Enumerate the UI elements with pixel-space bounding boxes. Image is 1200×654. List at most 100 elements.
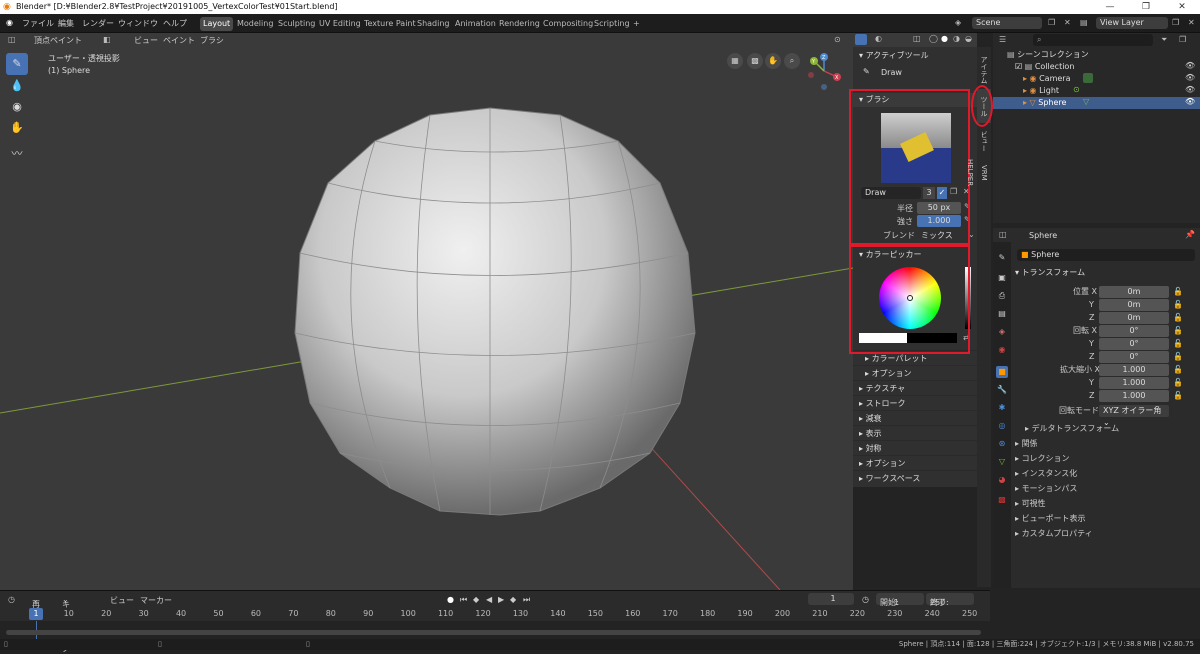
- tab-layout[interactable]: Layout: [200, 17, 234, 31]
- outliner-collection[interactable]: ☑ ▤ Collection: [993, 61, 1200, 73]
- blender-menu-icon[interactable]: ◉: [6, 18, 13, 27]
- xray-icon[interactable]: ◫: [913, 34, 921, 43]
- mask-toggle-icon[interactable]: ◧: [103, 35, 111, 44]
- menu-keying[interactable]: キーイング ⌄: [62, 595, 70, 653]
- modifier-properties-icon[interactable]: 🔧: [996, 384, 1008, 396]
- lock-location-y-icon[interactable]: 🔓: [1173, 300, 1183, 310]
- tool-properties-icon[interactable]: ✎: [996, 252, 1008, 264]
- material-properties-icon[interactable]: ◕: [996, 474, 1008, 486]
- camera-view-icon[interactable]: ▦: [727, 53, 743, 69]
- section-instancing[interactable]: ▸ インスタンス化: [1015, 468, 1077, 480]
- object-properties-icon[interactable]: ■: [996, 366, 1008, 378]
- outliner-search-input[interactable]: ⌕: [1033, 34, 1153, 46]
- sphere-visibility-eye-icon[interactable]: 👁: [1185, 97, 1195, 106]
- rendered-shading-icon[interactable]: ◒: [965, 34, 972, 43]
- average-tool-button[interactable]: ◉: [6, 96, 28, 118]
- menu-timeline-view[interactable]: ビュー: [110, 595, 134, 606]
- start-frame-field[interactable]: 開始: 1: [876, 593, 924, 607]
- data-properties-icon[interactable]: ▽: [996, 456, 1008, 468]
- draw-tool-button[interactable]: ✎: [6, 53, 28, 75]
- view-layer-selector[interactable]: View Layer: [1096, 17, 1168, 29]
- lock-rotation-z-icon[interactable]: 🔓: [1173, 352, 1183, 362]
- timeline-editor-icon[interactable]: ◷: [8, 595, 15, 604]
- play-reverse-icon[interactable]: ◀: [486, 595, 492, 604]
- remove-scene-icon[interactable]: ✕: [1064, 18, 1071, 27]
- lock-rotation-x-icon[interactable]: 🔓: [1173, 326, 1183, 336]
- object-name-field[interactable]: ■ Sphere: [1017, 249, 1195, 261]
- rotation-x-field[interactable]: 0°: [1099, 325, 1169, 337]
- solid-shading-icon[interactable]: ●: [941, 34, 948, 43]
- timeline-scrollbar[interactable]: [6, 630, 981, 635]
- camera-data-icon[interactable]: [1083, 73, 1093, 83]
- annotate-tool-button[interactable]: 〰: [6, 143, 28, 165]
- scale-x-field[interactable]: 1.000: [1099, 364, 1169, 376]
- scene-selector[interactable]: Scene: [972, 17, 1042, 29]
- visibility-eye-icon[interactable]: 👁: [1185, 61, 1195, 70]
- tab-rendering[interactable]: Rendering: [496, 17, 543, 31]
- menu-render[interactable]: レンダー: [82, 18, 114, 29]
- menu-window[interactable]: ウィンドウ: [118, 18, 158, 29]
- camera-visibility-eye-icon[interactable]: 👁: [1185, 73, 1195, 82]
- tab-sculpting[interactable]: Sculpting: [275, 17, 318, 31]
- tab-shading[interactable]: Shading: [414, 17, 453, 31]
- light-visibility-eye-icon[interactable]: 👁: [1185, 85, 1195, 94]
- menu-edit[interactable]: 編集: [58, 18, 74, 29]
- copy-scene-icon[interactable]: ❐: [1048, 18, 1055, 27]
- menu-paint[interactable]: ペイント: [163, 35, 195, 46]
- physics-properties-icon[interactable]: ◎: [996, 420, 1008, 432]
- smear-tool-button[interactable]: ✋: [6, 117, 28, 139]
- maximize-button[interactable]: ❐: [1128, 0, 1164, 14]
- light-data-icon[interactable]: ⊙: [1073, 85, 1080, 94]
- lock-location-z-icon[interactable]: 🔓: [1173, 313, 1183, 323]
- location-y-field[interactable]: 0m: [1099, 299, 1169, 311]
- outliner-scene-collection[interactable]: ▤ シーンコレクション: [993, 49, 1200, 61]
- grid-icon[interactable]: ▩: [747, 53, 763, 69]
- section-custom-properties[interactable]: ▸ カスタムプロパティ: [1015, 528, 1093, 540]
- menu-brush[interactable]: ブラシ: [200, 35, 224, 46]
- pin-icon[interactable]: 📌: [1185, 230, 1195, 239]
- pan-hand-icon[interactable]: ✋: [765, 53, 781, 69]
- lock-scale-y-icon[interactable]: 🔓: [1173, 378, 1183, 388]
- end-frame-field[interactable]: 終了: 250: [926, 593, 974, 607]
- prev-keyframe-icon[interactable]: ◆: [473, 595, 479, 604]
- editor-type-icon[interactable]: ◫: [8, 35, 16, 44]
- menu-file[interactable]: ファイル: [22, 18, 54, 29]
- wireframe-shading-icon[interactable]: ◯: [929, 34, 938, 43]
- rotation-y-field[interactable]: 0°: [1099, 338, 1169, 350]
- minimize-button[interactable]: —: [1092, 0, 1128, 14]
- outliner-camera[interactable]: ▸ ◉ Camera: [993, 73, 1200, 85]
- section-stroke[interactable]: ▸ ストローク: [853, 395, 977, 410]
- rotation-mode-dropdown[interactable]: XYZ オイラー角 ⌄: [1099, 405, 1169, 427]
- section-visibility[interactable]: ▸ 可視性: [1015, 498, 1046, 510]
- section-symmetry[interactable]: ▸ 対称: [853, 440, 977, 455]
- scale-y-field[interactable]: 1.000: [1099, 377, 1169, 389]
- menu-view[interactable]: ビュー: [134, 35, 158, 46]
- texture-properties-icon[interactable]: ▩: [996, 494, 1008, 506]
- section-options[interactable]: ▸ オプション: [853, 455, 977, 470]
- section-viewport-display[interactable]: ▸ ビューポート表示: [1015, 513, 1086, 525]
- section-relations[interactable]: ▸ 関係: [1015, 438, 1038, 450]
- section-motion-paths[interactable]: ▸ モーションパス: [1015, 483, 1077, 495]
- lock-rotation-y-icon[interactable]: 🔓: [1173, 339, 1183, 349]
- rotation-z-field[interactable]: 0°: [1099, 351, 1169, 363]
- tab-compositing[interactable]: Compositing: [540, 17, 596, 31]
- lock-location-x-icon[interactable]: 🔓: [1173, 287, 1183, 297]
- menu-marker[interactable]: マーカー: [140, 595, 172, 606]
- close-window-button[interactable]: ✕: [1164, 0, 1200, 14]
- 3d-viewport[interactable]: ユーザー・透視投影 (1) Sphere ✎ 💧 ◉ ✋ 〰 ▦ ▩ ✋ ⌕ Z…: [0, 33, 853, 590]
- section-options-brush[interactable]: ▸ オプション: [853, 365, 977, 380]
- gizmo-toggle-icon[interactable]: [855, 34, 867, 45]
- location-z-field[interactable]: 0m: [1099, 312, 1169, 324]
- lock-scale-x-icon[interactable]: 🔓: [1173, 365, 1183, 375]
- section-collections[interactable]: ▸ コレクション: [1015, 453, 1070, 465]
- tab-vrm-helper[interactable]: VRM HELPER: [966, 151, 991, 195]
- jump-start-icon[interactable]: ⏮: [460, 595, 467, 605]
- outliner-sphere[interactable]: ▸ ▽ Sphere: [993, 97, 1200, 109]
- playhead[interactable]: 1: [29, 608, 43, 620]
- mode-selector[interactable]: 頂点ペイント: [34, 35, 82, 46]
- timeline-ruler[interactable]: 10 20 30 40 50 60 70 80 90 100 110 120 130 140 150 160 1…: [0, 608, 990, 621]
- output-properties-icon[interactable]: ⎙: [996, 290, 1008, 302]
- view-layer-properties-icon[interactable]: ▤: [996, 308, 1008, 320]
- outliner-editor-icon[interactable]: ☰: [999, 35, 1006, 44]
- scene-properties-icon[interactable]: ◈: [996, 326, 1008, 338]
